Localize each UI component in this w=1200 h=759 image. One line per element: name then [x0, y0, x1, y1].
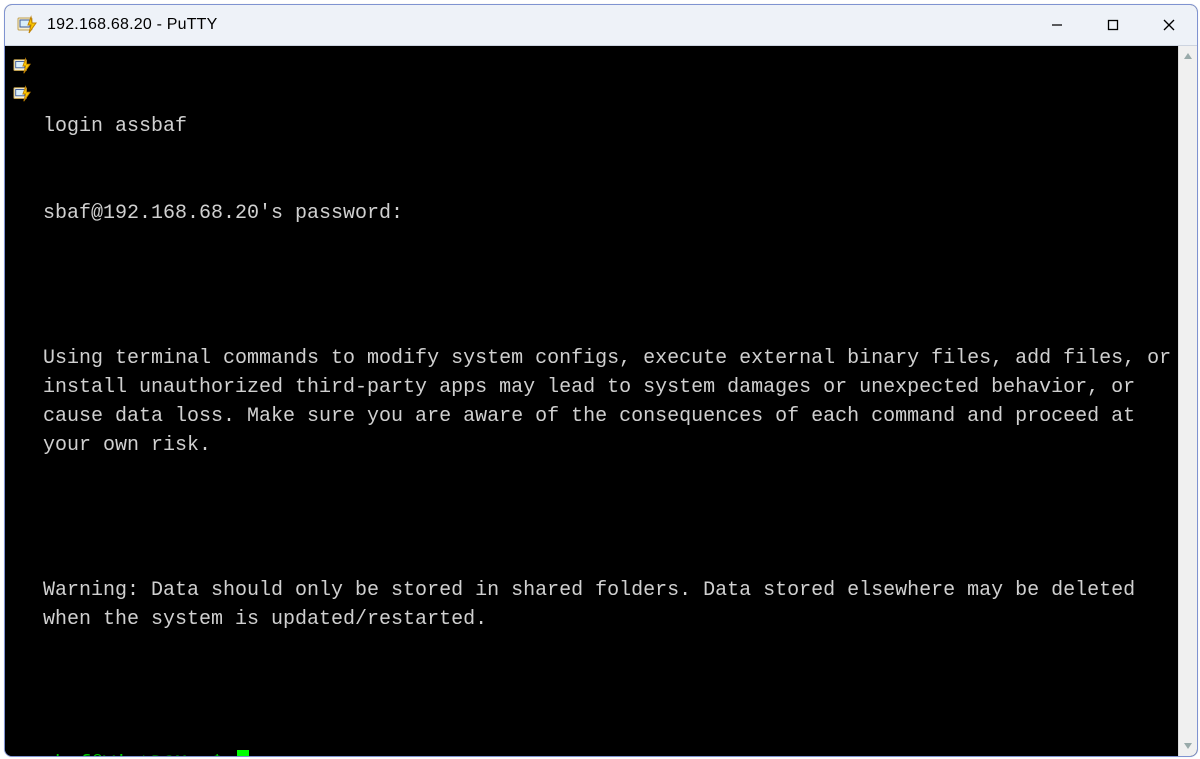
putty-icon	[13, 85, 31, 103]
titlebar[interactable]: 192.168.68.20 - PuTTY	[5, 5, 1197, 46]
prompt-symbol: $	[211, 753, 223, 756]
client-area: login assbaf sbaf@192.168.68.20's passwo…	[5, 46, 1197, 756]
terminal-line: Warning: Data should only be stored in s…	[43, 576, 1178, 634]
putty-icon	[17, 15, 37, 35]
prompt-user: sbaf	[43, 753, 91, 756]
prompt-colon: :	[187, 753, 199, 756]
maximize-button[interactable]	[1085, 5, 1141, 45]
window-controls	[1029, 5, 1197, 45]
scrollbar[interactable]	[1178, 46, 1197, 756]
terminal-line: login assbaf	[43, 112, 1178, 141]
terminal-line: Using terminal commands to modify system…	[43, 344, 1178, 460]
prompt-path: ~	[199, 753, 211, 756]
cursor	[237, 750, 249, 756]
scroll-down-icon[interactable]	[1179, 736, 1197, 756]
terminal-line: sbaf@192.168.68.20's password:	[43, 199, 1178, 228]
prompt-at: @	[91, 753, 103, 756]
scroll-track[interactable]	[1179, 66, 1197, 736]
putty-icon	[13, 57, 31, 75]
prompt-host: VirtDSM	[103, 753, 187, 756]
terminal[interactable]: login assbaf sbaf@192.168.68.20's passwo…	[39, 46, 1178, 756]
prompt-line: sbaf@VirtDSM:~$	[43, 750, 1178, 756]
minimize-button[interactable]	[1029, 5, 1085, 45]
window-title: 192.168.68.20 - PuTTY	[47, 16, 1029, 34]
gutter-icons	[5, 46, 39, 756]
scroll-up-icon[interactable]	[1179, 46, 1197, 66]
putty-window: 192.168.68.20 - PuTTY	[4, 4, 1198, 757]
close-button[interactable]	[1141, 5, 1197, 45]
